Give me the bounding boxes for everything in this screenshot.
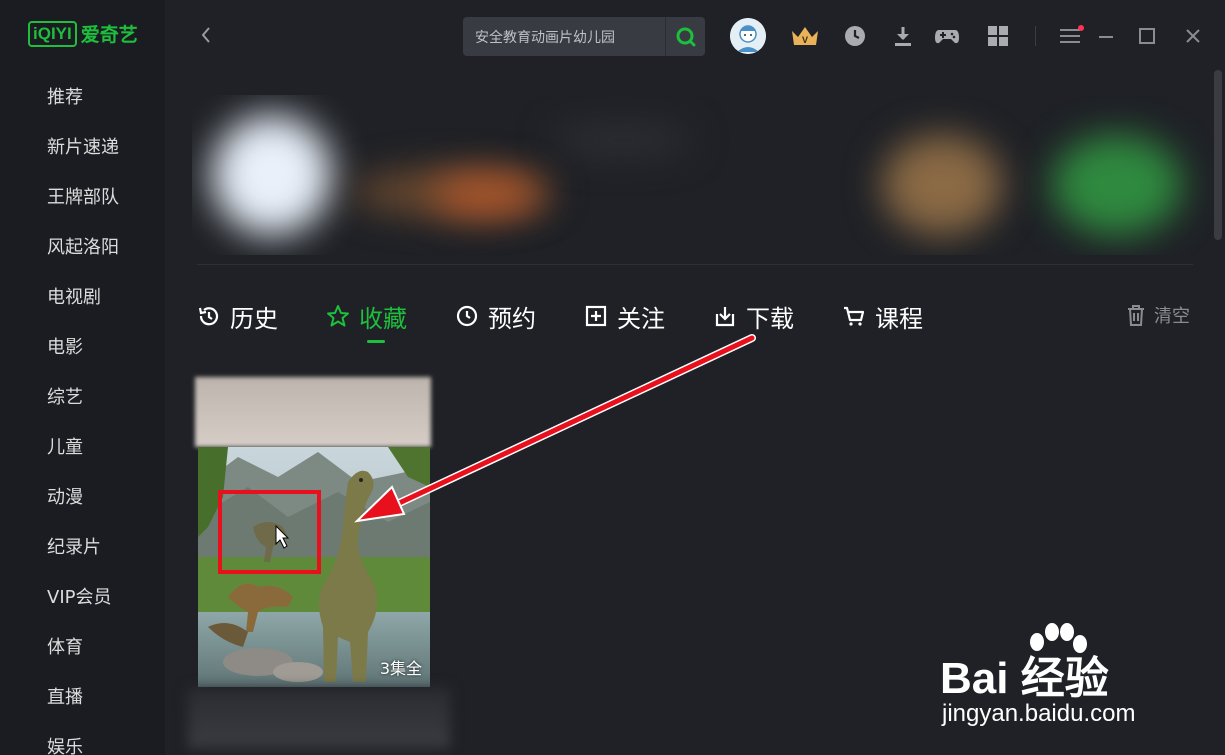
search-button[interactable]	[665, 17, 705, 56]
sidebar-item-variety[interactable]: 综艺	[47, 385, 119, 435]
scrollbar[interactable]	[1214, 70, 1222, 240]
sidebar-item-live[interactable]: 直播	[47, 685, 119, 735]
watermark-brand: Bai 经验	[940, 654, 1109, 703]
search-box	[463, 17, 705, 56]
maximize-button[interactable]	[1131, 20, 1163, 52]
grid-icon	[988, 26, 1008, 46]
download-icon	[715, 307, 735, 327]
baidu-jingyan-watermark: Bai 经验 jingyan.baidu.com	[940, 622, 1200, 732]
tab-following[interactable]: 关注	[584, 298, 665, 334]
sidebar-item-vip[interactable]: VIP会员	[47, 585, 119, 635]
plus-box-icon	[585, 305, 607, 327]
chevron-left-icon	[201, 27, 210, 43]
sidebar-item-documentary[interactable]: 纪录片	[47, 535, 119, 585]
sidebar-item-luoyang[interactable]: 风起洛阳	[47, 235, 119, 285]
minimize-button[interactable]	[1090, 20, 1122, 52]
search-input[interactable]	[463, 17, 663, 56]
episode-count: 3集全	[379, 659, 422, 678]
trash-icon	[1128, 305, 1144, 326]
vip-button[interactable]: V	[789, 20, 821, 52]
logo-text: 爱奇艺	[80, 24, 138, 46]
sidebar-item-movies[interactable]: 电影	[47, 335, 119, 385]
card-blurred-title	[188, 688, 450, 748]
tab-favorites[interactable]: 收藏	[326, 298, 407, 343]
arrow-outline	[391, 334, 756, 509]
game-button[interactable]	[931, 20, 963, 52]
card-blurred-header	[195, 377, 431, 447]
toolbar-divider	[1035, 26, 1036, 46]
tab-reservations[interactable]: 预约	[455, 298, 536, 334]
download-icon	[895, 27, 911, 46]
clear-label: 清空	[1154, 306, 1190, 327]
tab-label: 下载	[746, 304, 794, 333]
vip-crown-icon: V	[792, 27, 818, 45]
sidebar-item-ace-troops[interactable]: 王牌部队	[47, 185, 119, 235]
apps-button[interactable]	[982, 20, 1014, 52]
sidebar-nav: 推荐 新片速递 王牌部队 风起洛阳 电视剧 电影 综艺 儿童 动漫 纪录片 VI…	[47, 85, 119, 755]
tab-history[interactable]: 历史	[197, 298, 278, 334]
tab-bar: 历史 收藏 预约 关注 下载 课程	[197, 298, 971, 343]
tab-label: 课程	[875, 304, 923, 333]
sidebar-item-recommend[interactable]: 推荐	[47, 85, 119, 135]
tab-label: 收藏	[359, 304, 407, 333]
svg-text:V: V	[802, 35, 808, 45]
sidebar: iQIYI 爱奇艺 推荐 新片速递 王牌部队 风起洛阳 电视剧 电影 综艺 儿童…	[0, 0, 165, 755]
tab-label: 历史	[230, 304, 278, 333]
maximize-icon	[1139, 28, 1155, 44]
section-divider	[197, 264, 1193, 265]
cart-icon	[844, 306, 865, 326]
download-button[interactable]	[887, 20, 919, 52]
watermark-url: jingyan.baidu.com	[942, 700, 1136, 727]
clock-filled-icon	[845, 26, 865, 46]
dinosaur-thumbnail-image	[198, 447, 430, 687]
tab-downloads[interactable]: 下载	[713, 298, 794, 334]
avatar[interactable]	[730, 18, 766, 54]
sidebar-item-entertainment[interactable]: 娱乐	[47, 735, 119, 755]
history-icon	[198, 307, 219, 326]
gamepad-icon	[935, 30, 959, 44]
sidebar-item-tv-series[interactable]: 电视剧	[47, 285, 119, 335]
iqiyi-logo[interactable]: iQIYI 爱奇艺	[28, 20, 138, 47]
history-button[interactable]	[839, 20, 871, 52]
tab-courses[interactable]: 课程	[842, 298, 923, 334]
sidebar-item-kids[interactable]: 儿童	[47, 435, 119, 485]
sidebar-item-sports[interactable]: 体育	[47, 635, 119, 685]
favorite-card[interactable]: 3集全	[195, 377, 431, 687]
user-avatar-icon	[730, 18, 766, 54]
sidebar-item-new-releases[interactable]: 新片速递	[47, 135, 119, 185]
logo-mark: iQIYI	[28, 20, 77, 47]
card-thumbnail: 3集全	[198, 447, 430, 687]
star-icon	[327, 305, 349, 327]
search-icon	[676, 27, 695, 46]
blurred-banner	[192, 95, 1222, 255]
active-tab-indicator	[367, 340, 385, 343]
notification-dot	[1078, 25, 1084, 31]
clear-button[interactable]: 清空	[1126, 302, 1190, 328]
back-button[interactable]	[196, 22, 216, 48]
tab-label: 关注	[617, 304, 665, 333]
clock-icon	[456, 305, 478, 327]
tab-label: 预约	[488, 304, 536, 333]
sidebar-item-anime[interactable]: 动漫	[47, 485, 119, 535]
arrow-shaft	[392, 335, 755, 508]
close-icon	[1186, 29, 1200, 43]
close-button[interactable]	[1177, 20, 1209, 52]
minimize-icon	[1099, 36, 1113, 38]
